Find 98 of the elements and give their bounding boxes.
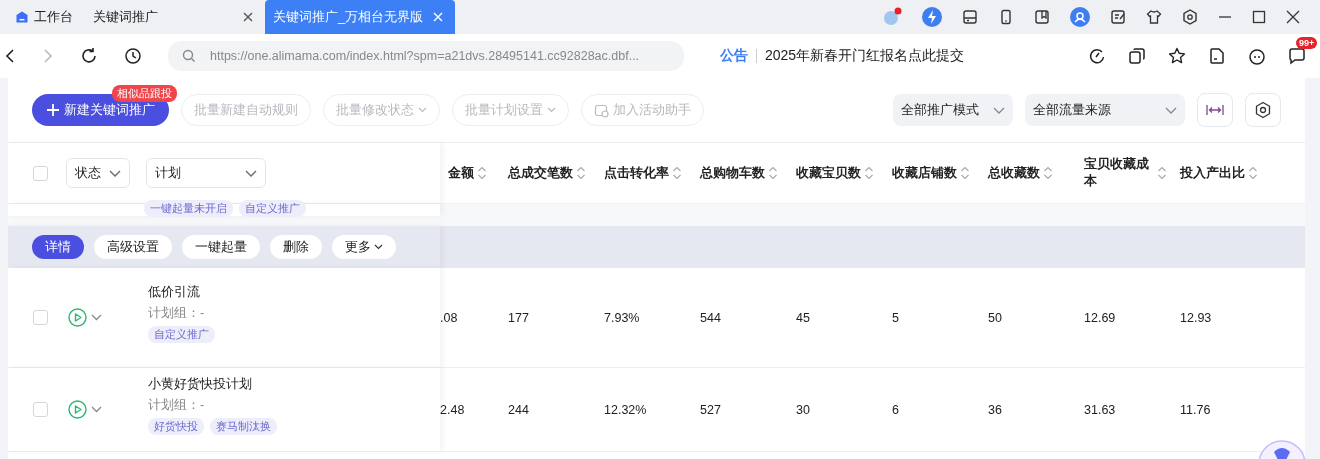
- shirt-icon[interactable]: [1146, 9, 1162, 25]
- lightning-icon[interactable]: [922, 7, 942, 27]
- settings-icon: [1254, 101, 1272, 119]
- caret-icon: [418, 107, 427, 113]
- browser-tab[interactable]: 工作台: [8, 0, 85, 34]
- column-header: 宝贝收藏成本: [1084, 156, 1150, 190]
- table-cell: 12.93: [1180, 310, 1212, 325]
- chevron-icon: [109, 169, 121, 177]
- row-checkbox[interactable]: [33, 310, 48, 325]
- column-header: 总购物车数: [700, 164, 765, 182]
- user-icon[interactable]: [1070, 7, 1090, 27]
- row-action-button[interactable]: 详情: [32, 235, 84, 259]
- table-cell: 7.93%: [604, 310, 640, 325]
- count-badge: 99+: [1296, 37, 1318, 49]
- plus-icon: [46, 103, 60, 117]
- filter-select[interactable]: 全部流量来源: [1025, 94, 1185, 126]
- table-cell: 12.69: [1084, 310, 1116, 325]
- table-cell: 2.48: [440, 402, 465, 417]
- row-action-button[interactable]: 高级设置: [94, 235, 172, 259]
- star-icon[interactable]: [1168, 47, 1186, 65]
- plan-name[interactable]: 低价引流: [148, 284, 215, 301]
- notice-link[interactable]: 2025年新春开门红报名点此提交: [765, 47, 965, 65]
- plan-group: 计划组：-: [148, 305, 215, 322]
- play-icon[interactable]: [68, 400, 87, 419]
- search-icon: [182, 49, 196, 63]
- play-icon[interactable]: [68, 308, 87, 327]
- home-icon: [16, 11, 28, 23]
- close-icon[interactable]: [243, 12, 253, 22]
- back-icon[interactable]: [4, 48, 16, 64]
- refresh-icon[interactable]: [1088, 47, 1106, 65]
- robot-icon[interactable]: [1248, 47, 1266, 65]
- plan-group: 计划组：-: [148, 397, 277, 414]
- table-cell: 544: [700, 310, 721, 325]
- plan-name[interactable]: 小黄好货快投计划: [148, 376, 277, 393]
- table-cell: 527: [700, 402, 721, 417]
- plan-tag: 好货快投: [148, 418, 204, 435]
- reload-icon[interactable]: [80, 47, 98, 65]
- tab-label: 关键词推广_万相台无界版: [273, 8, 425, 26]
- chevron-icon: [993, 106, 1005, 114]
- table-cell: 31.63: [1084, 402, 1116, 417]
- plan-tag: 一键起量未开启: [144, 200, 233, 217]
- tab-label: 关键词推广: [93, 8, 159, 26]
- expand-width-icon: [1206, 104, 1224, 116]
- column-header: 收藏宝贝数: [796, 164, 861, 182]
- row-action-button[interactable]: 一键起量: [182, 235, 260, 259]
- plan-tag: 自定义推广: [239, 200, 306, 217]
- promo-badge: 相似品跟投: [112, 85, 177, 102]
- calendar-icon: [594, 102, 609, 118]
- caret-icon: [547, 107, 556, 113]
- bookmark-icon[interactable]: [1034, 9, 1050, 25]
- table-cell: 11.76: [1180, 402, 1211, 417]
- column-header: 收藏店铺数: [892, 164, 957, 182]
- caret-icon: [374, 244, 383, 250]
- filter-select[interactable]: 全部推广模式: [893, 94, 1013, 126]
- table-cell: 177: [508, 310, 529, 325]
- plan-tag: 赛马制汰换: [210, 418, 277, 435]
- chevron-icon: [245, 169, 257, 177]
- copy-icon[interactable]: [1128, 47, 1146, 65]
- hexagon-icon[interactable]: [1182, 9, 1198, 25]
- column-width-button[interactable]: [1197, 93, 1233, 127]
- table-cell: .08: [440, 310, 458, 325]
- table-cell: 30: [796, 402, 810, 417]
- table-cell: 6: [892, 402, 899, 417]
- column-header: 投入产出比: [1180, 164, 1245, 182]
- column-header: 总成交笔数: [508, 164, 573, 182]
- edit-icon[interactable]: [1110, 9, 1126, 25]
- column-header: 点击转化率: [604, 164, 669, 182]
- close-icon[interactable]: [1286, 10, 1300, 24]
- drive-icon[interactable]: [962, 9, 978, 25]
- table-cell: 45: [796, 310, 810, 325]
- file-icon[interactable]: [1208, 47, 1226, 65]
- row-action-button[interactable]: 删除: [270, 235, 322, 259]
- table-cell: 244: [508, 402, 529, 417]
- browser-tab[interactable]: 关键词推广: [85, 0, 265, 34]
- notice-label: 公告: [720, 47, 748, 65]
- column-header: 总收藏数: [988, 164, 1040, 182]
- phone-icon[interactable]: [998, 9, 1014, 25]
- message-icon[interactable]: [1288, 47, 1306, 65]
- chevron-icon[interactable]: [91, 314, 102, 321]
- settings-button[interactable]: [1245, 93, 1281, 127]
- chevron-icon[interactable]: [91, 406, 102, 413]
- row-action-button[interactable]: 更多: [332, 235, 396, 259]
- table-cell: 5: [892, 310, 899, 325]
- tab-label: 工作台: [34, 8, 73, 26]
- column-filter[interactable]: 状态: [66, 158, 130, 188]
- history-icon[interactable]: [124, 47, 142, 65]
- table-cell: 50: [988, 310, 1002, 325]
- column-filter[interactable]: 计划: [146, 158, 266, 188]
- table-cell: 36: [988, 402, 1002, 417]
- row-checkbox[interactable]: [33, 402, 48, 417]
- maximize-icon[interactable]: [1252, 10, 1266, 24]
- column-header: 金额: [448, 164, 474, 182]
- table-cell: 12.32%: [604, 402, 647, 417]
- chevron-icon: [1165, 106, 1177, 114]
- browser-tab[interactable]: 关键词推广_万相台无界版: [265, 0, 455, 34]
- select-all-checkbox[interactable]: [33, 165, 48, 181]
- app-icon[interactable]: [882, 7, 902, 27]
- plan-tag: 自定义推广: [148, 326, 215, 343]
